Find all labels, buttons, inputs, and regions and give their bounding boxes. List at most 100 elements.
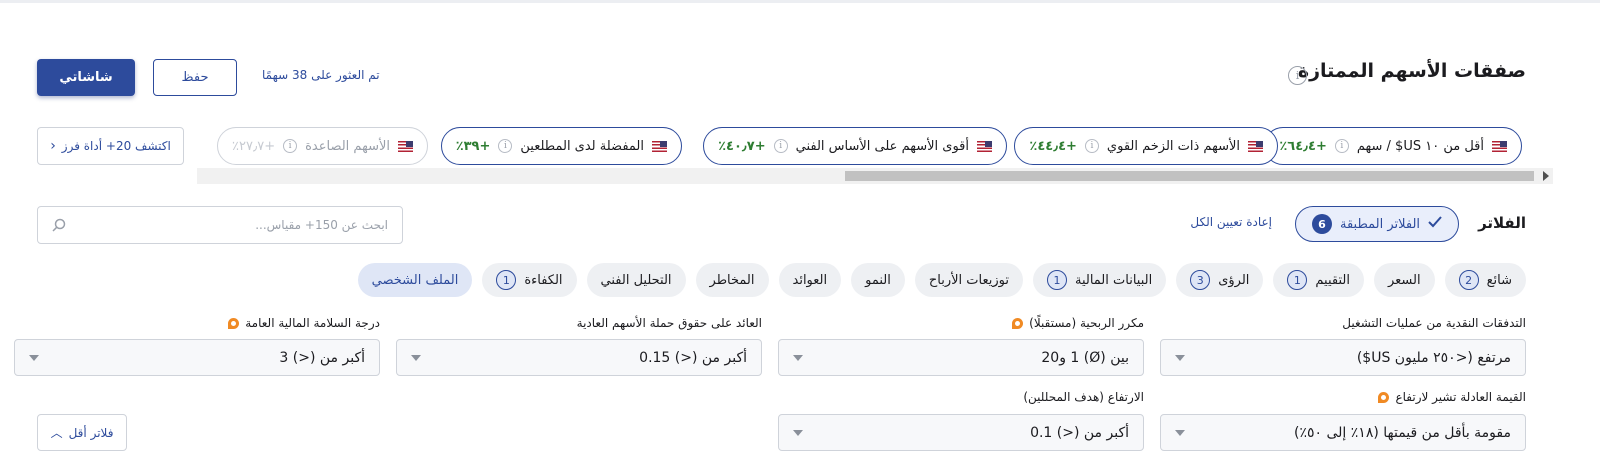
chip-label: الأسهم الصاعدة (305, 138, 390, 154)
field-label-health-score: درجة السلامة المالية العامة (228, 316, 380, 330)
less-filters-button[interactable]: فلاتر أقل ︿ (37, 414, 127, 451)
tab-insights[interactable]: الرؤى 3 (1176, 263, 1264, 297)
reset-all-link[interactable]: إعادة تعيين الكل (1190, 215, 1272, 229)
explore-screeners-button[interactable]: اكتشف 20+ أداة فرز ‹ (37, 127, 184, 165)
tab-badge: 1 (1046, 270, 1067, 290)
tab-price[interactable]: السعر (1373, 263, 1435, 297)
pro-icon (1012, 317, 1024, 329)
chip-value: +٤٠٫٧٪ (718, 138, 766, 154)
tab-risk[interactable]: المخاطر (695, 263, 769, 297)
scrollbar-thumb[interactable] (845, 171, 1534, 181)
tab-technicals[interactable]: التحليل الفني (586, 263, 686, 297)
info-icon[interactable]: i (1288, 66, 1307, 85)
chip-label: المفضلة لدى المطلعين (520, 138, 644, 154)
chevron-down-icon (793, 354, 803, 361)
forward-pe-select[interactable]: بين (Ø) 1 و20 (778, 339, 1144, 376)
chip-rising-stocks[interactable]: الأسهم الصاعدة i +٢٧٫٧٪ (217, 127, 428, 165)
my-screens-button[interactable]: شاشاتي (37, 59, 135, 96)
fair-value-upside-select[interactable]: مقومة بأقل من قيمتها (١٨٪ إلى ٥٠٪) (1160, 414, 1526, 451)
info-icon[interactable]: i (498, 139, 513, 153)
applied-filters-count: 6 (1311, 214, 1332, 234)
tab-label: توزيعات الأرباح (928, 272, 1009, 288)
tab-valuation[interactable]: التقييم 1 (1273, 263, 1364, 297)
explore-label: اكتشف 20+ أداة فرز (61, 139, 171, 153)
tab-label: المخاطر (709, 272, 755, 288)
metric-search[interactable] (37, 206, 403, 244)
tab-label: الملف الشخصي (371, 272, 459, 288)
scroll-right-arrow-icon[interactable] (1543, 171, 1549, 181)
info-icon[interactable]: i (1084, 139, 1099, 153)
chevron-down-icon (1175, 429, 1185, 436)
chevron-down-icon (1175, 354, 1185, 361)
tab-efficiency[interactable]: الكفاءة 1 (482, 263, 577, 297)
tab-label: التحليل الفني (600, 272, 672, 288)
tab-returns[interactable]: العوائد (778, 263, 842, 297)
select-value: أكبر من (<) 0.1 (1030, 424, 1129, 441)
info-icon[interactable]: i (773, 139, 788, 153)
chip-label: أقل من ١٠ US$ / سهم (1356, 138, 1484, 154)
select-value: مقومة بأقل من قيمتها (١٨٪ إلى ٥٠٪) (1294, 424, 1511, 441)
metric-search-input[interactable] (38, 207, 402, 243)
tab-label: البيانات المالية (1074, 272, 1153, 288)
tab-label: السعر (1387, 272, 1421, 288)
chip-insider-favorites[interactable]: المفضلة لدى المطلعين i +٣٩٪ (440, 127, 682, 165)
tab-badge: 2 (1458, 270, 1479, 290)
health-score-select[interactable]: أكبر من (<) 3 (14, 339, 380, 376)
select-value: مرتفع (<٢٥٠ مليون US$) (1356, 349, 1511, 366)
info-icon[interactable]: i (1334, 139, 1349, 153)
us-flag-icon (1248, 140, 1263, 152)
tab-badge: 1 (496, 270, 517, 290)
chevron-down-icon (411, 354, 421, 361)
pro-icon (1378, 391, 1390, 403)
select-value: أكبر من (<) 0.15 (639, 349, 747, 366)
roe-select[interactable]: أكبر من (<) 0.15 (396, 339, 762, 376)
tab-label: الرؤى (1218, 272, 1250, 288)
us-flag-icon (652, 140, 667, 152)
pro-icon (228, 317, 240, 329)
tab-label: النمو (865, 272, 891, 288)
filter-category-tabs: شائع 2 السعر التقييم 1 الرؤى 3 البيانات … (357, 263, 1526, 297)
less-filters-label: فلاتر أقل (68, 425, 114, 440)
us-flag-icon (1492, 140, 1507, 152)
applied-filters-button[interactable]: الفلاتر المطبقة 6 (1295, 206, 1459, 242)
tab-label: شائع (1486, 272, 1512, 288)
chevron-down-icon (29, 354, 39, 361)
tab-financials[interactable]: البيانات المالية 1 (1032, 263, 1167, 297)
tab-label: التقييم (1315, 272, 1350, 288)
chip-value: +٣٩٪ (455, 138, 491, 154)
chip-technical-strength[interactable]: أقوى الأسهم على الأساس الفني i +٤٠٫٧٪ (703, 127, 1007, 165)
tab-growth[interactable]: النمو (851, 263, 905, 297)
filters-heading: الفلاتر (1478, 214, 1526, 232)
chevron-left-icon: ‹ (50, 138, 56, 154)
tab-dividends[interactable]: توزيعات الأرباح (914, 263, 1023, 297)
save-button[interactable]: حفظ (153, 59, 237, 96)
analyst-upside-select[interactable]: أكبر من (<) 0.1 (778, 414, 1144, 451)
us-flag-icon (398, 140, 413, 152)
field-label-operating-cash-flow: التدفقات النقدية من عمليات التشغيل (1342, 316, 1526, 330)
tab-badge: 3 (1190, 270, 1211, 290)
tab-popular[interactable]: شائع 2 (1444, 263, 1526, 297)
tab-badge: 1 (1287, 270, 1308, 290)
chip-value: +٦٤٫٤٪ (1279, 138, 1327, 154)
operating-cash-flow-select[interactable]: مرتفع (<٢٥٠ مليون US$) (1160, 339, 1526, 376)
search-icon (52, 218, 66, 232)
chip-under-10[interactable]: أقل من ١٠ US$ / سهم i +٦٤٫٤٪ (1264, 127, 1522, 165)
top-divider (0, 0, 1600, 3)
page-title: صفقات الأسهم الممتازة (1297, 60, 1526, 82)
tab-label: الكفاءة (524, 272, 563, 288)
chip-value: +٤٤٫٤٪ (1029, 138, 1077, 154)
info-icon[interactable]: i (283, 139, 298, 153)
tab-profile[interactable]: الملف الشخصي (357, 263, 473, 297)
chevron-down-icon (793, 429, 803, 436)
field-label-fair-value-upside: القيمة العادلة تشير لارتفاع (1378, 390, 1526, 404)
tab-label: العوائد (792, 272, 828, 288)
field-label-analyst-upside: الارتفاع (هدف المحللين) (1023, 390, 1144, 404)
checkmark-icon (1428, 216, 1442, 232)
chip-strong-momentum[interactable]: الأسهم ذات الزخم القوي i +٤٤٫٤٪ (1014, 127, 1278, 165)
applied-filters-label: الفلاتر المطبقة (1339, 216, 1421, 232)
horizontal-scrollbar[interactable] (197, 168, 1553, 184)
chip-label: أقوى الأسهم على الأساس الفني (795, 138, 969, 154)
field-label-roe: العائد على حقوق حملة الأسهم العادية (576, 316, 762, 330)
results-count: تم العثور على 38 سهمًا (262, 68, 380, 82)
chip-label: الأسهم ذات الزخم القوي (1106, 138, 1240, 154)
